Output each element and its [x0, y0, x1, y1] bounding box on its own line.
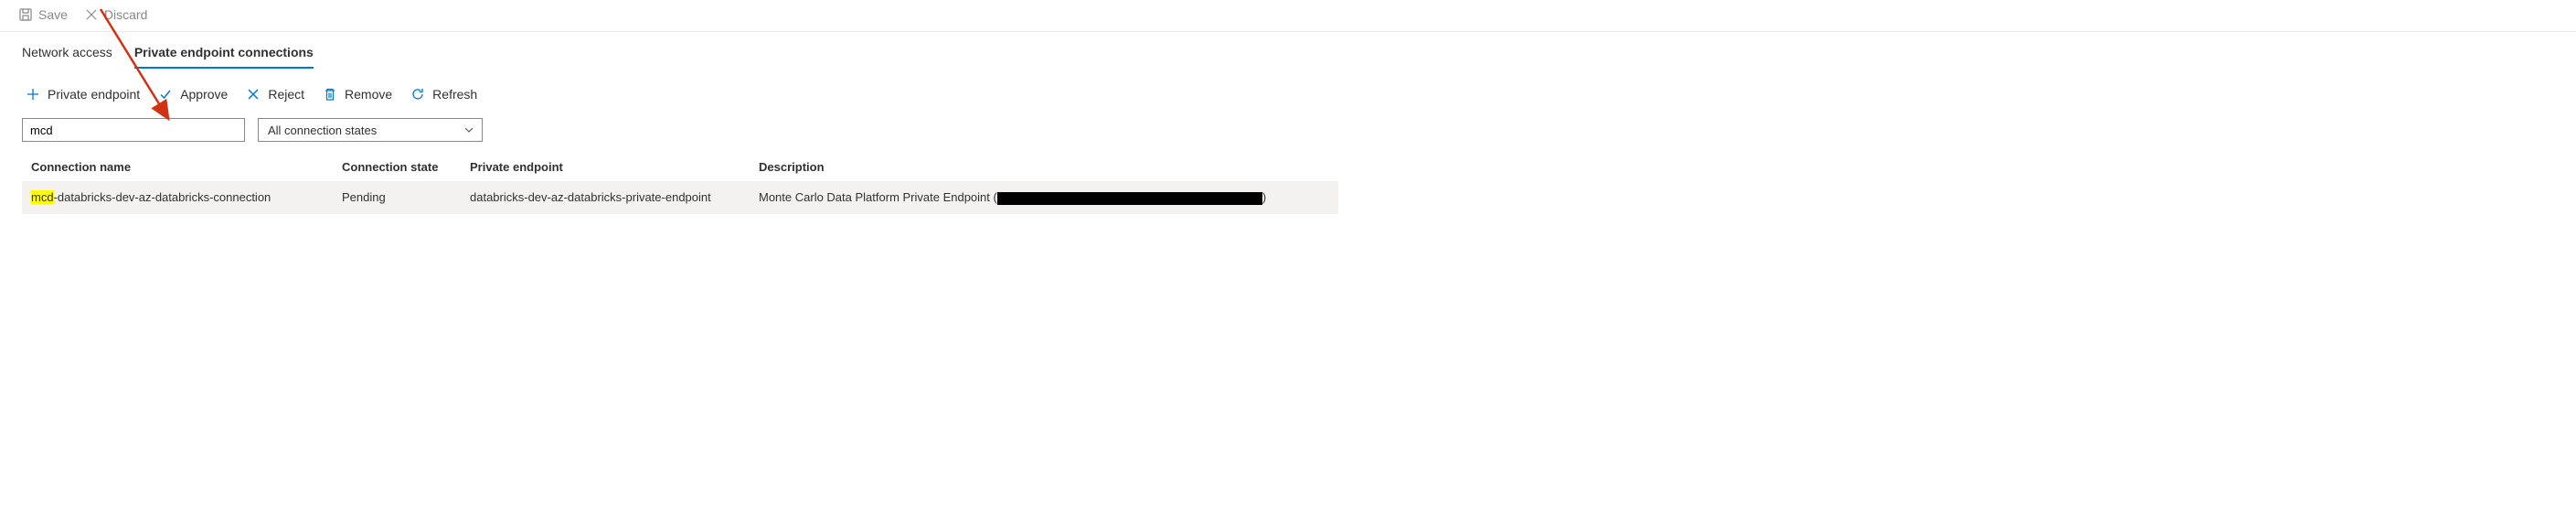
connections-table: Connection name Connection state Private…	[22, 153, 1338, 214]
name-rest: -databricks-dev-az-databricks-connection	[54, 190, 271, 204]
refresh-icon	[410, 87, 425, 102]
private-endpoint-label: Private endpoint	[48, 87, 140, 102]
refresh-button[interactable]: Refresh	[410, 87, 477, 102]
private-endpoint-button[interactable]: Private endpoint	[26, 87, 140, 102]
approve-button[interactable]: Approve	[158, 87, 228, 102]
chevron-down-icon	[463, 124, 474, 135]
action-bar: Private endpoint Approve Reject Remove R…	[0, 69, 2576, 114]
refresh-label: Refresh	[432, 87, 477, 102]
discard-label: Discard	[104, 7, 147, 22]
cell-private-endpoint: databricks-dev-az-databricks-private-end…	[461, 181, 750, 214]
col-connection-state[interactable]: Connection state	[333, 153, 461, 181]
col-description[interactable]: Description	[750, 153, 1338, 181]
reject-button[interactable]: Reject	[246, 87, 304, 102]
command-bar: Save Discard	[0, 0, 2576, 32]
save-button[interactable]: Save	[18, 7, 68, 22]
tab-network-access[interactable]: Network access	[22, 45, 112, 69]
remove-button[interactable]: Remove	[323, 87, 392, 102]
trash-icon	[323, 87, 337, 102]
checkmark-icon	[158, 87, 173, 102]
highlight-match: mcd	[31, 190, 54, 204]
x-icon	[84, 7, 99, 22]
reject-label: Reject	[268, 87, 304, 102]
table-row[interactable]: mcd-databricks-dev-az-databricks-connect…	[22, 181, 1338, 214]
cell-connection-name: mcd-databricks-dev-az-databricks-connect…	[22, 181, 333, 214]
table-header-row: Connection name Connection state Private…	[22, 153, 1338, 181]
approve-label: Approve	[180, 87, 228, 102]
tab-private-endpoint-connections[interactable]: Private endpoint connections	[134, 45, 314, 69]
cell-description: Monte Carlo Data Platform Private Endpoi…	[750, 181, 1338, 214]
search-input[interactable]	[22, 118, 245, 142]
col-connection-name[interactable]: Connection name	[22, 153, 333, 181]
redacted-text	[997, 192, 1262, 205]
remove-label: Remove	[345, 87, 392, 102]
x-icon	[246, 87, 261, 102]
desc-post: )	[1262, 190, 1266, 204]
plus-icon	[26, 87, 40, 102]
save-label: Save	[38, 7, 68, 22]
filters-row: All connection states	[0, 114, 2576, 153]
tabs-bar: Network access Private endpoint connecti…	[0, 32, 2576, 69]
desc-pre: Monte Carlo Data Platform Private Endpoi…	[759, 190, 997, 204]
connection-state-value: All connection states	[268, 124, 377, 137]
connection-state-dropdown[interactable]: All connection states	[258, 118, 483, 142]
save-icon	[18, 7, 33, 22]
cell-connection-state: Pending	[333, 181, 461, 214]
col-private-endpoint[interactable]: Private endpoint	[461, 153, 750, 181]
discard-button[interactable]: Discard	[84, 7, 147, 22]
